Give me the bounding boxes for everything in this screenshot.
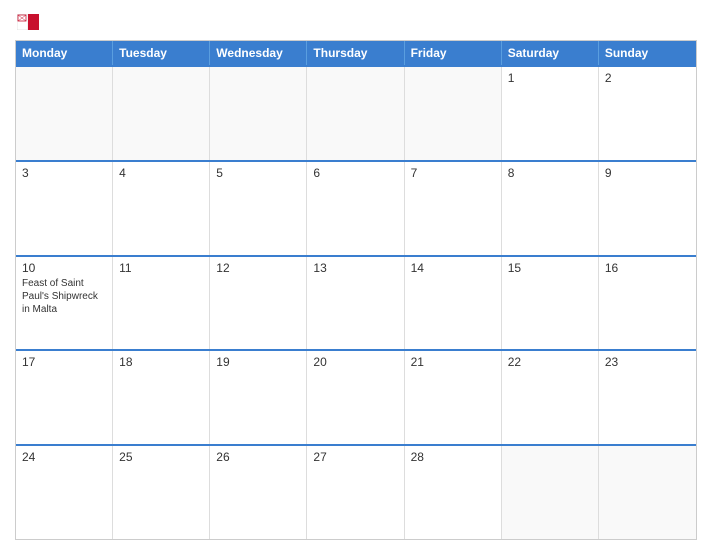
calendar-cell: 22 <box>502 351 599 444</box>
day-number: 24 <box>22 450 106 464</box>
day-number: 19 <box>216 355 300 369</box>
calendar-cell: 13 <box>307 257 404 350</box>
calendar-cell <box>405 67 502 160</box>
day-number: 3 <box>22 166 106 180</box>
day-number: 23 <box>605 355 690 369</box>
calendar-cell: 9 <box>599 162 696 255</box>
day-number: 17 <box>22 355 106 369</box>
weekday-header-cell: Sunday <box>599 41 696 65</box>
calendar-cell <box>307 67 404 160</box>
calendar-cell: 3 <box>16 162 113 255</box>
calendar-cell: 5 <box>210 162 307 255</box>
day-number: 12 <box>216 261 300 275</box>
day-number: 27 <box>313 450 397 464</box>
weekday-header-cell: Monday <box>16 41 113 65</box>
day-number: 9 <box>605 166 690 180</box>
calendar-cell: 23 <box>599 351 696 444</box>
calendar-cell <box>113 67 210 160</box>
day-number: 28 <box>411 450 495 464</box>
calendar-cell: 20 <box>307 351 404 444</box>
calendar-cell: 28 <box>405 446 502 539</box>
calendar-cell: 15 <box>502 257 599 350</box>
calendar-cell: 19 <box>210 351 307 444</box>
calendar-cell: 18 <box>113 351 210 444</box>
calendar-cell: 25 <box>113 446 210 539</box>
day-number: 13 <box>313 261 397 275</box>
calendar-cell <box>210 67 307 160</box>
calendar-cell: 11 <box>113 257 210 350</box>
day-number: 18 <box>119 355 203 369</box>
day-number: 20 <box>313 355 397 369</box>
calendar-week-row: 17 18 19 20 21 22 23 <box>16 349 696 444</box>
calendar-cell: 12 <box>210 257 307 350</box>
logo <box>15 14 39 28</box>
event-label: Feast of Saint Paul's Shipwreck in Malta <box>22 277 106 316</box>
logo-flag-icon <box>17 14 39 30</box>
calendar-cell <box>16 67 113 160</box>
day-number: 7 <box>411 166 495 180</box>
day-number: 21 <box>411 355 495 369</box>
calendar-cell: 26 <box>210 446 307 539</box>
calendar-week-row: 3456789 <box>16 160 696 255</box>
weekday-header-cell: Friday <box>405 41 502 65</box>
day-number: 8 <box>508 166 592 180</box>
calendar-header <box>15 10 697 32</box>
calendar-cell: 14 <box>405 257 502 350</box>
calendar-cell: 7 <box>405 162 502 255</box>
calendar-cell: 8 <box>502 162 599 255</box>
day-number: 10 <box>22 261 106 275</box>
weekday-header-cell: Wednesday <box>210 41 307 65</box>
day-number: 4 <box>119 166 203 180</box>
day-number: 2 <box>605 71 690 85</box>
calendar-week-row: 10 Feast of Saint Paul's Shipwreck in Mal… <box>16 255 696 350</box>
day-number: 5 <box>216 166 300 180</box>
calendar-cell <box>502 446 599 539</box>
calendar-cell: 21 <box>405 351 502 444</box>
calendar-cell: 1 <box>502 67 599 160</box>
calendar-week-row: 24 25 26 27 28 <box>16 444 696 539</box>
calendar-cell <box>599 446 696 539</box>
calendar-cell: 27 <box>307 446 404 539</box>
page: MondayTuesdayWednesdayThursdayFridaySatu… <box>0 0 712 550</box>
calendar-cell: 4 <box>113 162 210 255</box>
day-number: 1 <box>508 71 592 85</box>
day-number: 26 <box>216 450 300 464</box>
calendar-grid: MondayTuesdayWednesdayThursdayFridaySatu… <box>15 40 697 540</box>
calendar-cell: 24 <box>16 446 113 539</box>
calendar-week-row: 12 <box>16 65 696 160</box>
calendar-body: 12345678910Feast of Saint Paul's Shipwre… <box>16 65 696 539</box>
weekday-header-row: MondayTuesdayWednesdayThursdayFridaySatu… <box>16 41 696 65</box>
day-number: 25 <box>119 450 203 464</box>
calendar-cell: 10 Feast of Saint Paul's Shipwreck in Mal… <box>16 257 113 350</box>
weekday-header-cell: Thursday <box>307 41 404 65</box>
day-number: 14 <box>411 261 495 275</box>
day-number: 22 <box>508 355 592 369</box>
calendar-cell: 6 <box>307 162 404 255</box>
day-number: 6 <box>313 166 397 180</box>
weekday-header-cell: Tuesday <box>113 41 210 65</box>
day-number: 11 <box>119 261 203 275</box>
weekday-header-cell: Saturday <box>502 41 599 65</box>
day-number: 16 <box>605 261 690 275</box>
calendar-cell: 2 <box>599 67 696 160</box>
calendar-cell: 17 <box>16 351 113 444</box>
calendar-cell: 16 <box>599 257 696 350</box>
day-number: 15 <box>508 261 592 275</box>
